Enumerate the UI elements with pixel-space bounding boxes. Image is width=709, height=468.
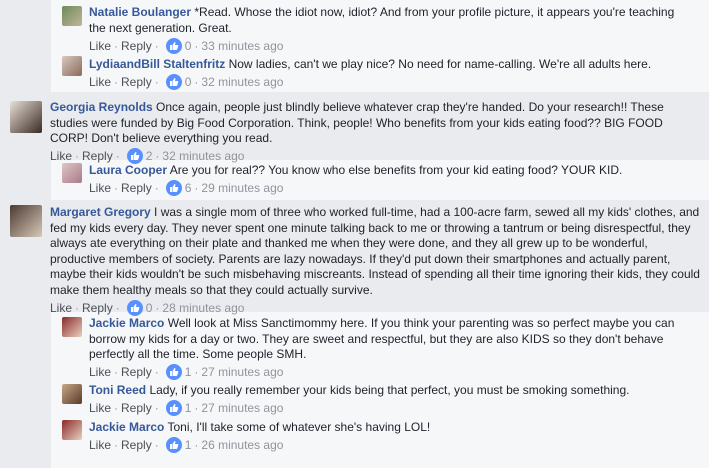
comment-actions: Like · Reply · 0 · 28 minutes ago [50,300,245,316]
thumbs-up-icon[interactable] [165,400,182,416]
comment-thread: Natalie Boulanger *Read. Whose the idiot… [0,0,709,468]
like-count: 1 [184,438,192,452]
reply-link[interactable]: Reply [121,401,152,415]
like-link[interactable]: Like [89,438,111,452]
comment-author[interactable]: Toni Reed [89,383,146,397]
comment-actions: Like · Reply · 1 · 27 minutes ago [89,364,284,380]
avatar[interactable] [62,56,82,76]
comment-author[interactable]: Jackie Marco [89,316,164,330]
like-link[interactable]: Like [89,39,111,53]
thumbs-up-icon[interactable] [126,300,143,316]
comment-actions: Like · Reply · 0 · 33 minutes ago [89,38,284,54]
timestamp[interactable]: 29 minutes ago [201,181,283,195]
timestamp[interactable]: 32 minutes ago [162,149,244,163]
timestamp[interactable]: 27 minutes ago [201,365,283,379]
comment-actions: Like · Reply · 1 · 27 minutes ago [89,400,284,416]
like-link[interactable]: Like [89,365,111,379]
like-count: 0 [184,39,192,53]
comment-author[interactable]: Margaret Gregory [50,205,151,219]
thumbs-up-icon[interactable] [165,437,182,453]
like-link[interactable]: Like [50,149,72,163]
thumbs-up-icon[interactable] [126,148,143,164]
like-count: 6 [184,181,192,195]
reply-link[interactable]: Reply [121,438,152,452]
timestamp[interactable]: 32 minutes ago [201,75,283,89]
thumbs-up-icon[interactable] [165,364,182,380]
avatar[interactable] [62,317,82,337]
avatar[interactable] [62,6,82,26]
reply-link[interactable]: Reply [121,181,152,195]
avatar[interactable] [62,163,82,183]
timestamp[interactable]: 27 minutes ago [201,401,283,415]
avatar[interactable] [10,205,42,237]
comment-text: Well look at Miss Sanctimommy here. If y… [89,316,675,361]
like-count: 1 [184,401,192,415]
comment-actions: Like · Reply · 0 · 32 minutes ago [89,74,284,90]
comment-actions: Like · Reply · 2 · 32 minutes ago [50,148,245,164]
like-count: 0 [184,75,192,89]
avatar[interactable] [62,420,82,440]
comment-author[interactable]: LydiaandBill Staltenfritz [89,57,225,71]
comment-author[interactable]: Georgia Reynolds [50,100,153,114]
comment-text: Now ladies, can't we play nice? No need … [225,57,652,71]
thumbs-up-icon[interactable] [165,74,182,90]
avatar[interactable] [62,384,82,404]
comment-author[interactable]: Laura Cooper [89,163,167,177]
comment-text: Are you for real?? You know who else ben… [167,163,623,177]
like-link[interactable]: Like [89,181,111,195]
reply-link[interactable]: Reply [121,365,152,379]
timestamp[interactable]: 33 minutes ago [201,39,283,53]
comment-text: Toni, I'll take some of whatever she's h… [164,420,431,434]
timestamp[interactable]: 28 minutes ago [162,301,244,315]
comment-actions: Like · Reply · 6 · 29 minutes ago [89,180,284,196]
timestamp[interactable]: 26 minutes ago [201,438,283,452]
comment-author[interactable]: Natalie Boulanger [89,5,191,19]
like-link[interactable]: Like [50,301,72,315]
like-count: 1 [184,365,192,379]
like-link[interactable]: Like [89,401,111,415]
reply-link[interactable]: Reply [82,301,113,315]
comment-actions: Like · Reply · 1 · 26 minutes ago [89,437,284,453]
reply-link[interactable]: Reply [121,39,152,53]
like-count: 0 [145,301,153,315]
avatar[interactable] [10,101,42,133]
comment-text: Lady, if you really remember your kids b… [146,383,630,397]
comment-author[interactable]: Jackie Marco [89,420,164,434]
like-count: 2 [145,149,153,163]
like-link[interactable]: Like [89,75,111,89]
reply-link[interactable]: Reply [82,149,113,163]
thumbs-up-icon[interactable] [165,180,182,196]
thumbs-up-icon[interactable] [165,38,182,54]
reply-link[interactable]: Reply [121,75,152,89]
